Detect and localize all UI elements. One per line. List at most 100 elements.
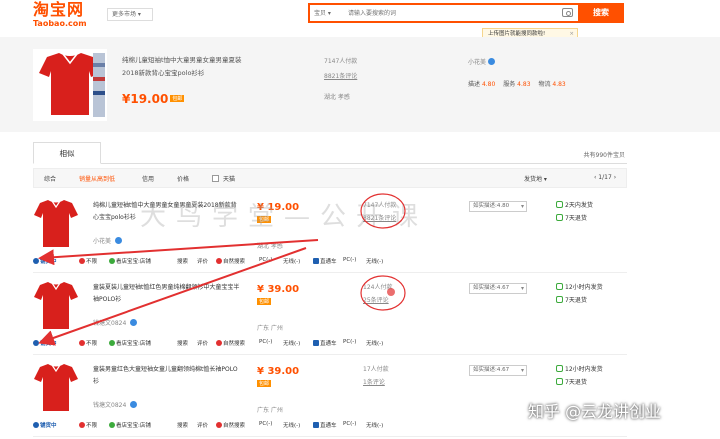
shop-name-text: 小花美 [93, 238, 112, 245]
shipping-icon [556, 365, 563, 372]
nobuy-tag[interactable]: 不限 [79, 339, 97, 347]
product-location: 湖北 孝感 [257, 243, 283, 250]
review-action-link[interactable]: 评价 [197, 339, 208, 347]
tab-similar[interactable]: 相似 [33, 142, 101, 164]
sort-price[interactable]: 价格 [177, 174, 189, 183]
sort-bar: 综合 销量从高到低 信用 价格 天猫 发货地 ▾ ‹ 1/17 › [33, 168, 627, 188]
view-shop-text: 看店宝宝:店铺 [116, 341, 151, 347]
promote-tag[interactable]: 铺货中 [33, 421, 57, 429]
wangwang-icon[interactable] [130, 401, 138, 408]
service-return: 7天退货 [556, 213, 587, 222]
nobuy-icon [79, 340, 85, 346]
sort-sales[interactable]: 销量从高到低 [79, 174, 115, 183]
promote-tag[interactable]: 铺货中 [33, 257, 57, 265]
product-image[interactable] [33, 197, 79, 251]
dsr-select[interactable]: 如实描述:4.80 [469, 201, 527, 212]
product-title[interactable]: 童装夏装儿童短袖t恤红色男童纯棉翻领衫中大童宝宝半袖POLO衫 [93, 282, 241, 306]
view-shop-link[interactable]: 看店宝宝:店铺 [109, 421, 151, 429]
dsr-select[interactable]: 如实描述:4.67 [469, 283, 527, 294]
search-link[interactable]: 搜索 [177, 257, 188, 265]
row-actions: 铺货中 不限 看店宝宝:店铺 搜索 评价 自然搜索 PC(-) 无线(-) 直通… [33, 257, 627, 269]
review-action-link[interactable]: 评价 [197, 421, 208, 429]
product-title[interactable]: 童装男童红色大童短袖女童儿童翻领纯棉t恤长袖POLO衫 [93, 364, 241, 388]
taobao-logo[interactable]: 淘宝网 Taobao.com [33, 1, 103, 31]
wireless-stat-2: 无线(-) [366, 259, 384, 265]
sort-credit[interactable]: 信用 [142, 174, 154, 183]
natural-search-text: 自然搜索 [223, 259, 246, 265]
pc-stat: PC(-) [259, 421, 273, 427]
review-action-link[interactable]: 评价 [197, 257, 208, 265]
shop-name-text: 钱塘文0824 [93, 320, 127, 327]
nobuy-tag[interactable]: 不限 [79, 257, 97, 265]
camera-icon[interactable] [562, 8, 573, 17]
dsr-label: 描述 [468, 81, 481, 88]
promote-icon [33, 422, 39, 428]
product-image[interactable] [33, 361, 79, 415]
direct-car-tag[interactable]: 直通车 [313, 421, 337, 429]
reference-item-summary: 纯棉儿童短袖t恤中大童男童女童男童夏装2018新款背心宝宝polo衫衫 ¥19.… [0, 37, 720, 132]
service-text: 12小时内发货 [565, 284, 603, 291]
shop-name-text: 钱塘文0824 [93, 402, 127, 409]
product-image[interactable] [33, 279, 79, 333]
nobuy-tag[interactable]: 不限 [79, 421, 97, 429]
pager[interactable]: ‹ 1/17 › [594, 174, 616, 181]
review-link[interactable]: 25条评论 [363, 295, 389, 304]
shop-name[interactable]: 小花美 [93, 236, 122, 245]
sort-default[interactable]: 综合 [44, 174, 56, 183]
pc-stat-2: PC(-) [343, 257, 357, 263]
summary-shop-name: 小花美 [468, 59, 487, 66]
promote-tag[interactable]: 铺货中 [33, 339, 57, 347]
wangwang-icon[interactable] [114, 237, 122, 244]
service-text: 2天内发货 [565, 202, 593, 209]
summary-paid-count: 7147人付款 [324, 58, 358, 65]
natural-search-tag[interactable]: 自然搜索 [216, 257, 245, 265]
logo-english: Taobao.com [33, 19, 87, 28]
view-shop-link[interactable]: 看店宝宝:店铺 [109, 339, 151, 347]
review-link[interactable]: 8821条评论 [363, 213, 396, 222]
shipping-icon [556, 283, 563, 290]
search-input[interactable] [348, 7, 538, 20]
search-link[interactable]: 搜索 [177, 339, 188, 347]
promote-text: 铺货中 [40, 423, 57, 429]
service-shipping: 12小时内发货 [556, 364, 603, 373]
red-polo-shirt-icon [34, 282, 78, 329]
product-title[interactable]: 纯棉儿童短袖t恤中大童男童女童男童夏装2018新款背心宝宝polo衫衫 [93, 200, 241, 224]
location-filter[interactable]: 发货地 ▾ [524, 174, 547, 183]
dsr-select[interactable]: 如实描述:4.67 [469, 365, 527, 376]
total-count: 共有990件宝贝 [583, 152, 625, 159]
nobuy-icon [79, 258, 85, 264]
view-shop-link[interactable]: 看店宝宝:店铺 [109, 257, 151, 265]
view-shop-text: 看店宝宝:店铺 [116, 259, 151, 265]
service-shipping: 2天内发货 [556, 200, 593, 209]
red-polo-shirt-icon [34, 364, 78, 411]
tmall-checkbox[interactable] [212, 175, 219, 182]
search-box: 宝贝 ▾ 搜索 [308, 3, 624, 23]
review-link[interactable]: 1条评论 [363, 377, 385, 386]
summary-shop[interactable]: 小花美 [468, 57, 496, 66]
search-type-select[interactable]: 宝贝 ▾ [314, 8, 331, 17]
summary-review-link[interactable]: 8821条评论 [324, 71, 357, 80]
wangwang-icon[interactable] [130, 319, 138, 326]
search-link[interactable]: 搜索 [177, 421, 188, 429]
row-actions: 铺货中 不限 看店宝宝:店铺 搜索 评价 自然搜索 PC(-) 无线(-) 直通… [33, 421, 627, 433]
summary-title[interactable]: 纯棉儿童短袖t恤中大童男童女童男童夏装2018新款背心宝宝polo衫衫 [122, 54, 242, 80]
nobuy-text: 不限 [86, 341, 98, 347]
service-shipping: 12小时内发货 [556, 282, 603, 291]
service-text: 7天退货 [565, 379, 587, 386]
product-image[interactable] [33, 49, 107, 121]
return-icon [556, 378, 563, 385]
direct-car-tag[interactable]: 直通车 [313, 257, 337, 265]
product-price: ¥ 39.00 [257, 366, 300, 377]
natural-search-tag[interactable]: 自然搜索 [216, 339, 245, 347]
wireless-stat: 无线(-) [283, 259, 301, 265]
return-icon [556, 214, 563, 221]
wangwang-icon[interactable] [488, 58, 496, 65]
nobuy-text: 不限 [86, 423, 98, 429]
direct-car-tag[interactable]: 直通车 [313, 339, 337, 347]
more-markets-button[interactable]: 更多市场 ▾ [107, 8, 153, 21]
wireless-stat: 无线(-) [283, 423, 301, 429]
shop-name[interactable]: 钱塘文0824 [93, 400, 138, 409]
natural-search-tag[interactable]: 自然搜索 [216, 421, 245, 429]
search-button[interactable]: 搜索 [578, 3, 624, 23]
shop-name[interactable]: 钱塘文0824 [93, 318, 138, 327]
